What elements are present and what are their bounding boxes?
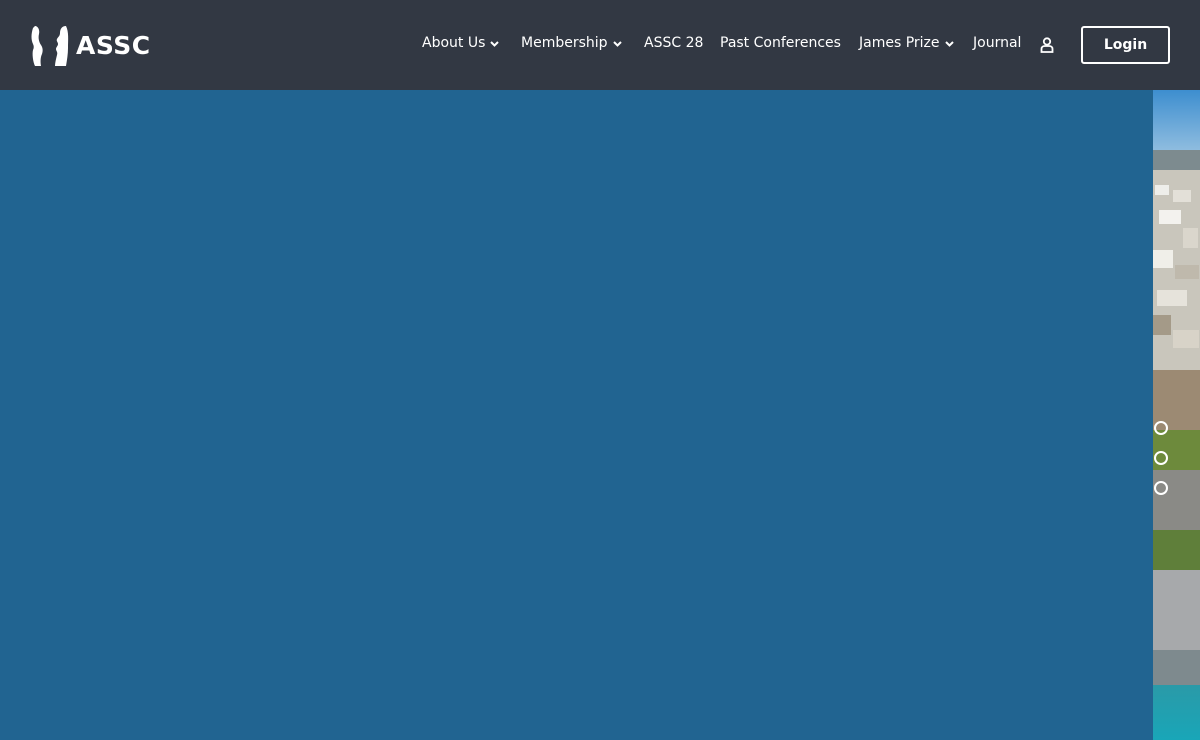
top-navbar: ASSC About Us Membership ASSC 28 Past Co… — [0, 0, 1200, 90]
nav-label: Membership — [521, 35, 608, 51]
nav-label: Past Conferences — [720, 35, 841, 51]
brand-name: ASSC — [76, 30, 151, 60]
nav-journal[interactable]: Journal — [973, 35, 1021, 51]
nav-about-us[interactable]: About Us — [422, 35, 500, 51]
chevron-down-icon — [944, 35, 954, 51]
chevron-down-icon — [490, 35, 500, 51]
logo-mark-icon — [31, 26, 69, 66]
nav-label: ASSC 28 — [644, 35, 704, 51]
nav-past-conferences[interactable]: Past Conferences — [720, 35, 841, 51]
slider-dot[interactable] — [1154, 451, 1168, 465]
hero-slider — [0, 90, 1200, 740]
user-icon[interactable] — [1040, 37, 1054, 58]
nav-label: James Prize — [859, 35, 940, 51]
nav-james-prize[interactable]: James Prize — [859, 35, 954, 51]
slider-dot[interactable] — [1154, 421, 1168, 435]
chevron-down-icon — [612, 35, 622, 51]
nav-membership[interactable]: Membership — [521, 35, 622, 51]
site-logo[interactable]: ASSC — [30, 24, 151, 66]
nav-assc-28[interactable]: ASSC 28 — [644, 35, 703, 51]
login-button[interactable]: Login — [1081, 26, 1170, 64]
slider-dots — [1154, 421, 1168, 511]
nav-label: Journal — [973, 35, 1022, 51]
slider-dot[interactable] — [1154, 481, 1168, 495]
hero-city-photo — [1153, 90, 1200, 740]
nav-label: About Us — [422, 35, 486, 51]
